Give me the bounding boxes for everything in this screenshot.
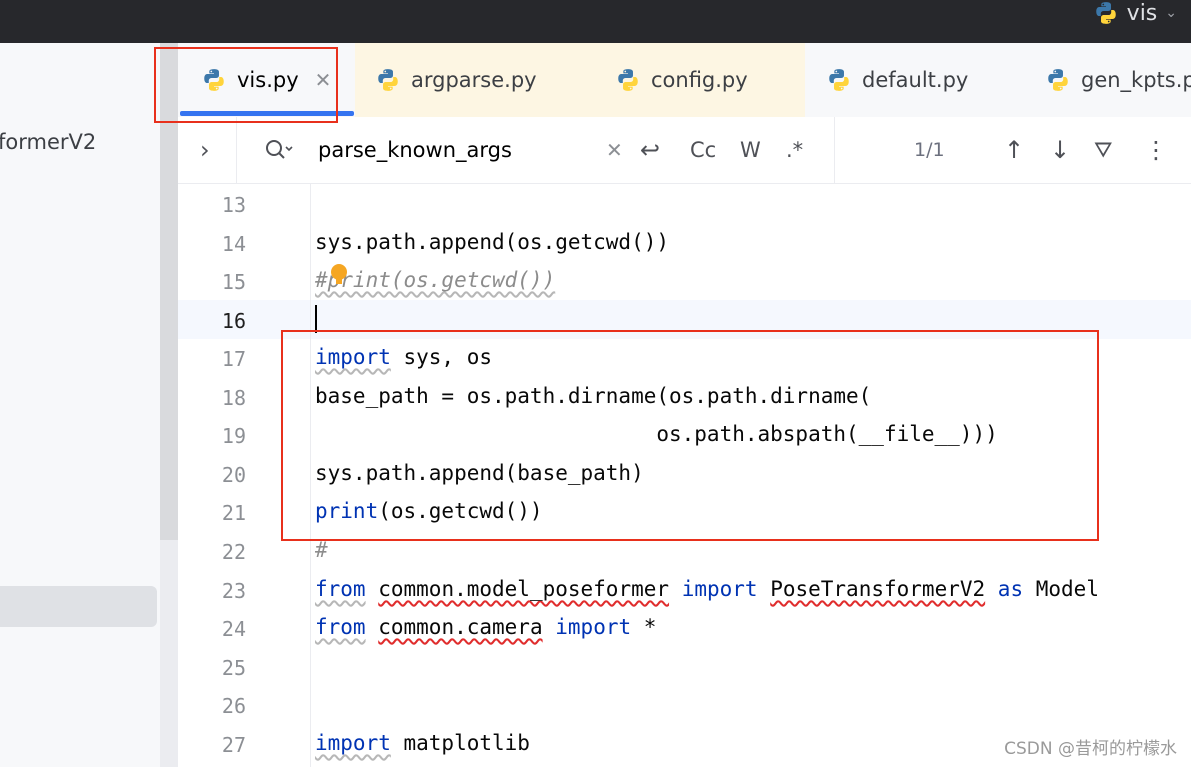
text-caret: [315, 305, 317, 333]
line-number: 25: [221, 656, 246, 680]
python-file-icon: [1048, 69, 1068, 91]
code-line-15[interactable]: #print(os.getcwd()): [315, 268, 555, 292]
search-icon: [266, 140, 293, 159]
code-line-23[interactable]: from common.model_poseformer import Pose…: [315, 577, 1099, 601]
chevron-down-icon: ⌄: [1165, 5, 1177, 21]
code-line-27[interactable]: import matplotlib: [315, 731, 530, 755]
code-line-24[interactable]: from common.camera import *: [315, 615, 656, 639]
project-tree-selected-row[interactable]: [0, 586, 157, 627]
line-number: 13: [221, 193, 246, 217]
expand-replace-icon[interactable]: ›: [200, 117, 210, 183]
regex-toggle[interactable]: .*: [786, 117, 803, 183]
alias-name: Model: [1035, 577, 1099, 601]
line-number: 24: [221, 617, 246, 641]
new-line-icon[interactable]: ↩: [640, 117, 660, 183]
keyword: from: [315, 615, 366, 639]
line-number: 15: [221, 270, 246, 294]
keyword: import: [555, 615, 632, 639]
title-bar: vis ⌄: [0, 0, 1191, 43]
line-number: 19: [221, 424, 246, 448]
search-history-icon[interactable]: [264, 117, 294, 183]
python-icon: [1095, 2, 1116, 24]
watermark: CSDN @昔柯的柠檬水: [1004, 739, 1177, 759]
find-bar: › parse_known_args ✕ ↩ Cc W .* 1/1 ↑ ↓ ⛛…: [178, 117, 1191, 184]
line-number: 23: [221, 579, 246, 603]
tab-label: config.py: [651, 68, 748, 92]
tab-label: default.py: [862, 68, 969, 92]
code-text: matplotlib: [390, 731, 530, 755]
project-name: vis: [1126, 0, 1158, 26]
highlight-box-tab: [154, 47, 338, 123]
keyword: import: [681, 577, 758, 601]
previous-occurrence-icon[interactable]: ↑: [1004, 117, 1024, 183]
keyword: import: [315, 731, 391, 755]
module-name: common.model_poseformer: [378, 577, 670, 601]
tab-argparse-py[interactable]: argparse.py: [355, 43, 591, 117]
line-number: 21: [221, 501, 246, 525]
more-options-icon[interactable]: ⋮: [1144, 117, 1168, 183]
tab-config-py[interactable]: config.py: [591, 43, 805, 117]
keyword: as: [997, 577, 1024, 601]
tab-label: argparse.py: [411, 68, 537, 92]
divider: [236, 117, 237, 183]
match-count: 1/1: [914, 139, 945, 161]
tab-gen-kpts-py[interactable]: gen_kpts.p: [1045, 43, 1191, 117]
line-number: 14: [221, 232, 246, 256]
filter-icon[interactable]: ⛛: [1094, 117, 1112, 183]
keyword: from: [315, 577, 366, 601]
search-input[interactable]: parse_known_args: [318, 117, 512, 183]
imported-name: PoseTransformerV2: [770, 577, 986, 601]
python-file-icon: [829, 69, 849, 91]
line-number: 20: [221, 463, 246, 487]
lightbulb-icon[interactable]: [331, 264, 347, 280]
line-number: 27: [221, 733, 246, 757]
project-switcher[interactable]: vis ⌄: [1093, 0, 1177, 26]
code-line-14[interactable]: sys.path.append(os.getcwd()): [315, 230, 669, 254]
tab-default-py[interactable]: default.py: [826, 43, 968, 117]
code-line-22[interactable]: #: [315, 538, 328, 562]
python-file-icon: [618, 69, 638, 91]
line-number: 22: [221, 540, 246, 564]
match-case-toggle[interactable]: Cc: [690, 117, 716, 183]
clear-search-icon[interactable]: ✕: [606, 117, 623, 183]
highlight-box-code: [281, 330, 1099, 541]
project-tree-item[interactable]: formerV2: [0, 130, 96, 154]
code-text: *: [631, 615, 657, 639]
line-number-current: 16: [221, 309, 246, 333]
next-occurrence-icon[interactable]: ↓: [1050, 117, 1070, 183]
line-number: 17: [221, 347, 246, 371]
whole-words-toggle[interactable]: W: [740, 117, 761, 183]
divider: [834, 117, 835, 183]
module-name: common.camera: [378, 615, 543, 639]
line-number: 18: [221, 386, 246, 410]
line-number: 26: [221, 694, 246, 718]
tab-label: gen_kpts.p: [1081, 68, 1191, 92]
lightbulb-stem: [336, 279, 342, 284]
python-file-icon: [378, 69, 398, 91]
